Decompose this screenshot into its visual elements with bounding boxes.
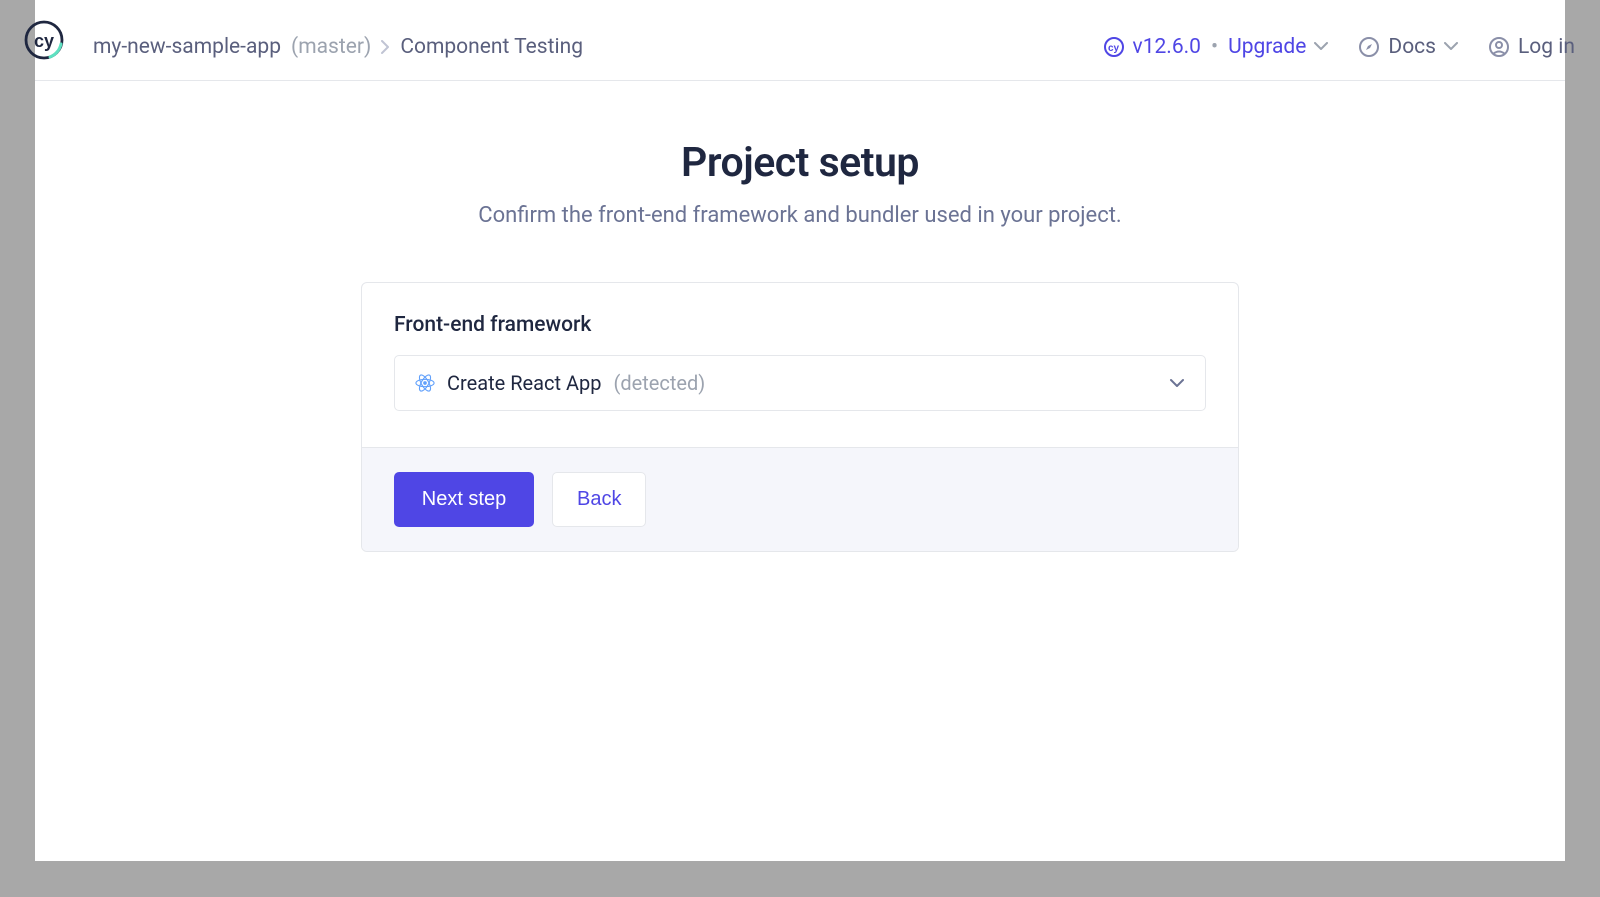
upgrade-label: Upgrade <box>1228 35 1306 59</box>
cypress-mark-icon: cy <box>1103 36 1125 58</box>
chevron-right-icon <box>381 40 390 54</box>
docs-link[interactable]: Docs <box>1358 35 1458 59</box>
docs-label: Docs <box>1388 35 1436 59</box>
dot-separator: • <box>1211 35 1218 59</box>
project-name[interactable]: my-new-sample-app <box>93 35 281 59</box>
breadcrumb-current: Component Testing <box>400 35 583 59</box>
card-footer: Next step Back <box>362 447 1238 551</box>
chevron-down-icon <box>1444 42 1458 51</box>
compass-icon <box>1358 36 1380 58</box>
page-title: Project setup <box>35 139 1565 187</box>
back-button[interactable]: Back <box>552 472 646 527</box>
cypress-logo-icon: cy <box>24 20 64 60</box>
framework-field-label: Front-end framework <box>394 313 1206 337</box>
main-content: Project setup Confirm the front-end fram… <box>35 81 1565 861</box>
top-bar: my-new-sample-app (master) Component Tes… <box>35 0 1565 81</box>
svg-text:cy: cy <box>34 31 54 51</box>
framework-value: Create React App <box>447 371 602 395</box>
svg-text:cy: cy <box>1108 43 1120 54</box>
framework-detected-badge: (detected) <box>614 371 706 395</box>
setup-card: Front-end framework Create React App (de… <box>361 282 1239 552</box>
branch-name: (master) <box>291 35 371 59</box>
version-text: v12.6.0 <box>1133 35 1201 59</box>
breadcrumb: my-new-sample-app (master) Component Tes… <box>93 35 583 59</box>
login-link[interactable]: Log in <box>1488 35 1575 59</box>
react-icon <box>415 373 435 393</box>
top-nav-right: cy v12.6.0 • Upgrade Docs <box>1103 35 1575 59</box>
framework-select[interactable]: Create React App (detected) <box>394 355 1206 411</box>
page-subtitle: Confirm the front-end framework and bund… <box>35 203 1565 228</box>
chevron-down-icon <box>1314 42 1328 51</box>
next-step-button[interactable]: Next step <box>394 472 534 527</box>
user-icon <box>1488 36 1510 58</box>
login-label: Log in <box>1518 35 1575 59</box>
chevron-down-icon <box>1169 378 1185 388</box>
version-upgrade-link[interactable]: cy v12.6.0 • Upgrade <box>1103 35 1329 59</box>
